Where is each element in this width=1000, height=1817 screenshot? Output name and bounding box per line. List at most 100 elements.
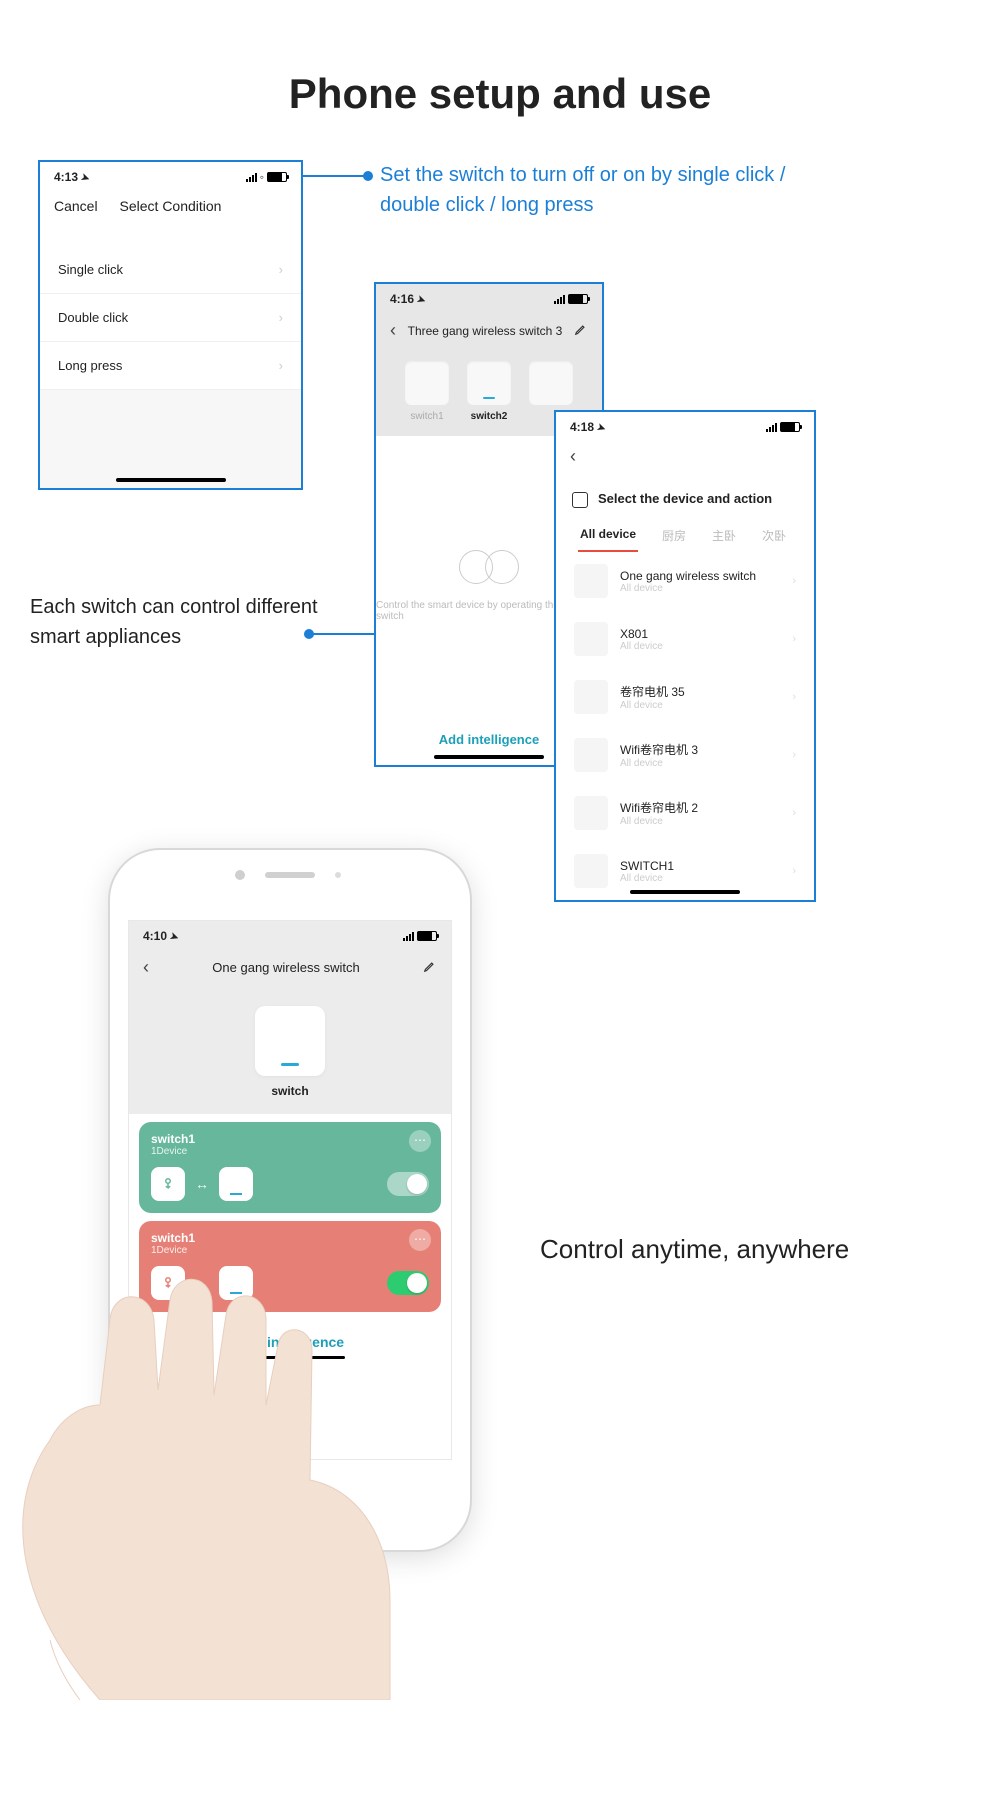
chevron-right-icon: › — [792, 749, 796, 761]
switch-label: switch1 — [405, 411, 449, 422]
screen-select-device: 4:18 ➤ ‹ Select the device and action Al… — [554, 410, 816, 902]
battery-icon — [267, 172, 287, 182]
status-bar: 4:18 ➤ — [556, 412, 814, 438]
toggle[interactable] — [387, 1271, 429, 1295]
status-time: 4:10 — [143, 929, 167, 943]
chevron-right-icon: › — [279, 310, 283, 325]
device-name: X801 — [620, 627, 663, 641]
home-indicator — [630, 890, 740, 894]
back-button[interactable]: ‹ — [390, 320, 396, 341]
toggle[interactable] — [387, 1172, 429, 1196]
location-icon: ➤ — [80, 172, 92, 185]
device-row[interactable]: Wifi卷帘电机 3All device › — [556, 726, 814, 784]
row-label: Double click — [58, 310, 128, 325]
device-row[interactable]: 卷帘电机 35All device› — [556, 668, 814, 726]
signal-icon — [246, 173, 257, 182]
edit-button[interactable] — [423, 959, 437, 976]
home-indicator — [235, 1356, 345, 1359]
card-subtitle: 1Device — [151, 1245, 429, 1256]
device-thumb — [574, 854, 608, 888]
row-label: Long press — [58, 358, 122, 373]
tab[interactable]: 次卧 — [760, 517, 788, 552]
device-row[interactable]: X801All device › — [556, 610, 814, 668]
chevron-right-icon: › — [792, 691, 796, 703]
card-title: switch — [151, 1132, 188, 1146]
device-sub: All device — [620, 873, 674, 884]
device-tabs: All device 厨房 主卧 次卧 — [556, 517, 814, 552]
tap-icon — [151, 1167, 185, 1201]
device-thumb — [574, 622, 608, 656]
status-bar: 4:10 ➤ — [129, 921, 451, 947]
section-title: Select the device and action — [598, 491, 772, 507]
battery-icon — [417, 931, 437, 941]
add-intelligence-button[interactable]: Add intelligence — [129, 1320, 451, 1356]
condition-row[interactable]: Double click › — [40, 294, 301, 342]
switch-preview — [255, 1006, 325, 1076]
device-sub: All device — [620, 700, 685, 711]
switch-label: switch2 — [467, 411, 511, 422]
location-icon: ➤ — [169, 931, 181, 944]
phone-mockup: 4:10 ➤ ‹ One gang wireless switch switch… — [110, 850, 470, 1550]
screen-select-condition: 4:13 ➤ ◦ Cancel Select Condition Single … — [38, 160, 303, 490]
automation-card[interactable]: ⋯ switch1 1Device ↔ — [139, 1122, 441, 1213]
home-indicator — [434, 755, 544, 759]
signal-icon — [554, 295, 565, 304]
automation-card[interactable]: ⋯ switch1 1Device ↔ — [139, 1221, 441, 1312]
screen-title: Select Condition — [40, 198, 301, 214]
back-button[interactable]: ‹ — [143, 957, 149, 978]
device-row[interactable]: Wifi卷帘电机 2All device› — [556, 784, 814, 842]
connector-dot — [363, 171, 373, 181]
device-name: One gang wireless switch — [620, 569, 756, 583]
chevron-right-icon: › — [279, 358, 283, 373]
tab[interactable]: 主卧 — [710, 517, 738, 552]
card-num: 1 — [188, 1231, 195, 1245]
row-label: Single click — [58, 262, 123, 277]
tab[interactable]: 厨房 — [660, 517, 688, 552]
condition-row[interactable]: Single click › — [40, 246, 301, 294]
card-num: 1 — [188, 1132, 195, 1146]
tap-icon — [151, 1266, 185, 1300]
status-time: 4:16 — [390, 292, 414, 306]
chevron-right-icon: › — [792, 633, 796, 645]
status-bar: 4:16 ➤ — [376, 284, 602, 310]
switch-tab[interactable]: switch2 — [467, 361, 511, 422]
venn-icon — [459, 550, 519, 586]
battery-icon — [568, 294, 588, 304]
card-title: switch — [151, 1231, 188, 1245]
tab[interactable]: All device — [578, 517, 638, 552]
device-sub: All device — [620, 641, 663, 652]
home-button[interactable] — [263, 1478, 317, 1532]
device-sub: All device — [620, 816, 698, 827]
back-button[interactable]: ‹ — [570, 446, 576, 466]
location-icon: ➤ — [596, 422, 608, 435]
page-title: Phone setup and use — [0, 70, 1000, 118]
switch-label: switch — [129, 1084, 451, 1114]
device-name: Wifi卷帘电机 2 — [620, 799, 698, 816]
device-name: Wifi卷帘电机 3 — [620, 741, 698, 758]
battery-icon — [780, 422, 800, 432]
screen-title: One gang wireless switch — [212, 960, 359, 975]
device-action-icon — [572, 492, 588, 508]
device-thumb — [574, 564, 608, 598]
device-sub: All device — [620, 758, 698, 769]
device-thumb — [574, 796, 608, 830]
device-row[interactable]: One gang wireless switchAll device› — [556, 552, 814, 610]
caption-2: Each switch can control different smart … — [30, 592, 350, 652]
screen-title: Three gang wireless switch 3 — [408, 324, 563, 338]
device-thumb — [574, 680, 608, 714]
chevron-right-icon: › — [279, 262, 283, 277]
switch-tab[interactable]: switch1 — [405, 361, 449, 422]
status-bar: 4:13 ➤ ◦ — [40, 162, 301, 188]
device-name: SWITCH1 — [620, 859, 674, 873]
edit-button[interactable] — [574, 322, 588, 339]
status-time: 4:13 — [54, 170, 78, 184]
location-icon: ➤ — [416, 294, 428, 307]
device-sub: All device — [620, 583, 756, 594]
arrow-icon: ↔ — [195, 1176, 209, 1192]
signal-icon — [403, 932, 414, 941]
condition-row[interactable]: Long press › — [40, 342, 301, 390]
device-icon — [219, 1266, 253, 1300]
card-subtitle: 1Device — [151, 1146, 429, 1157]
device-row[interactable]: LCWIFI-SWITCH4All device› — [556, 900, 814, 902]
home-indicator — [116, 478, 226, 482]
